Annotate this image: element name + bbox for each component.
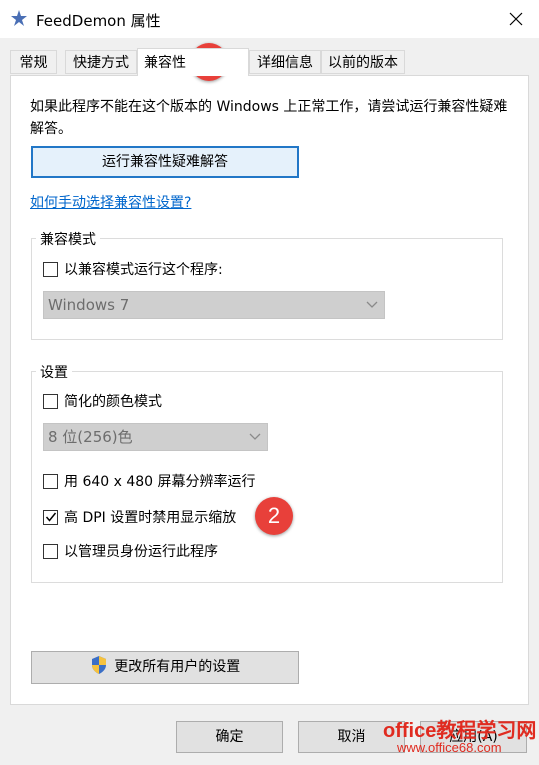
window-title: FeedDemon 属性 [36, 12, 161, 30]
compat-mode-group [31, 238, 503, 340]
checkbox-box[interactable] [43, 393, 58, 409]
res-640-checkbox[interactable]: 用 640 x 480 屏幕分辨率运行 [43, 471, 256, 491]
watermark: office教程学习网 www.office68.com [383, 714, 539, 762]
os-version-value: Windows 7 [48, 296, 130, 314]
checkbox-box-checked[interactable] [43, 509, 58, 525]
color-depth-select: 8 位(256)色 [43, 423, 268, 451]
compat-mode-label: 以兼容模式运行这个程序: [64, 262, 223, 278]
reduced-color-label: 简化的颜色模式 [64, 394, 162, 410]
close-button[interactable] [493, 0, 539, 38]
manual-settings-link[interactable]: 如何手动选择兼容性设置? [30, 192, 191, 212]
checkbox-box[interactable] [43, 473, 58, 489]
tab-general[interactable]: 常规 [10, 50, 57, 74]
dpi-scaling-label: 高 DPI 设置时禁用显示缩放 [64, 510, 237, 526]
close-icon [509, 12, 523, 26]
reduced-color-checkbox[interactable]: 简化的颜色模式 [43, 391, 162, 411]
compat-mode-checkbox[interactable]: 以兼容模式运行这个程序: [43, 259, 223, 279]
watermark-title: office教程学习网 [383, 720, 537, 742]
change-all-users-label: 更改所有用户的设置 [114, 659, 241, 675]
tab-previous-versions[interactable]: 以前的版本 [321, 50, 405, 74]
res-640-label: 用 640 x 480 屏幕分辨率运行 [64, 474, 256, 490]
checkbox-box[interactable] [43, 261, 58, 277]
intro-text: 如果此程序不能在这个版本的 Windows 上正常工作，请尝试运行兼容性疑难解答… [30, 99, 508, 137]
checkbox-box[interactable] [43, 543, 58, 559]
tab-shortcut[interactable]: 快捷方式 [65, 50, 137, 74]
tab-compatibility[interactable]: 兼容性 [137, 48, 249, 76]
compat-mode-group-label: 兼容模式 [36, 229, 100, 249]
app-icon [11, 10, 27, 26]
run-as-admin-label: 以管理员身份运行此程序 [64, 544, 218, 560]
chevron-down-icon [366, 292, 378, 318]
change-all-users-button[interactable]: 更改所有用户的设置 [31, 651, 299, 684]
color-depth-value: 8 位(256)色 [48, 428, 133, 446]
tab-details[interactable]: 详细信息 [249, 50, 321, 74]
run-troubleshooter-button[interactable]: 运行兼容性疑难解答 [31, 146, 299, 178]
watermark-url: www.office68.com [397, 740, 502, 755]
title-bar: FeedDemon 属性 [0, 0, 539, 38]
settings-group-label: 设置 [36, 362, 72, 382]
checkmark-icon [45, 512, 56, 522]
shield-icon [91, 656, 106, 674]
annotation-badge-2: 2 [255, 497, 293, 535]
run-as-admin-checkbox[interactable]: 以管理员身份运行此程序 [43, 541, 218, 561]
os-version-select: Windows 7 [43, 291, 385, 319]
chevron-down-icon [249, 424, 261, 450]
ok-button[interactable]: 确定 [176, 721, 283, 753]
dpi-scaling-checkbox[interactable]: 高 DPI 设置时禁用显示缩放 [43, 507, 236, 527]
